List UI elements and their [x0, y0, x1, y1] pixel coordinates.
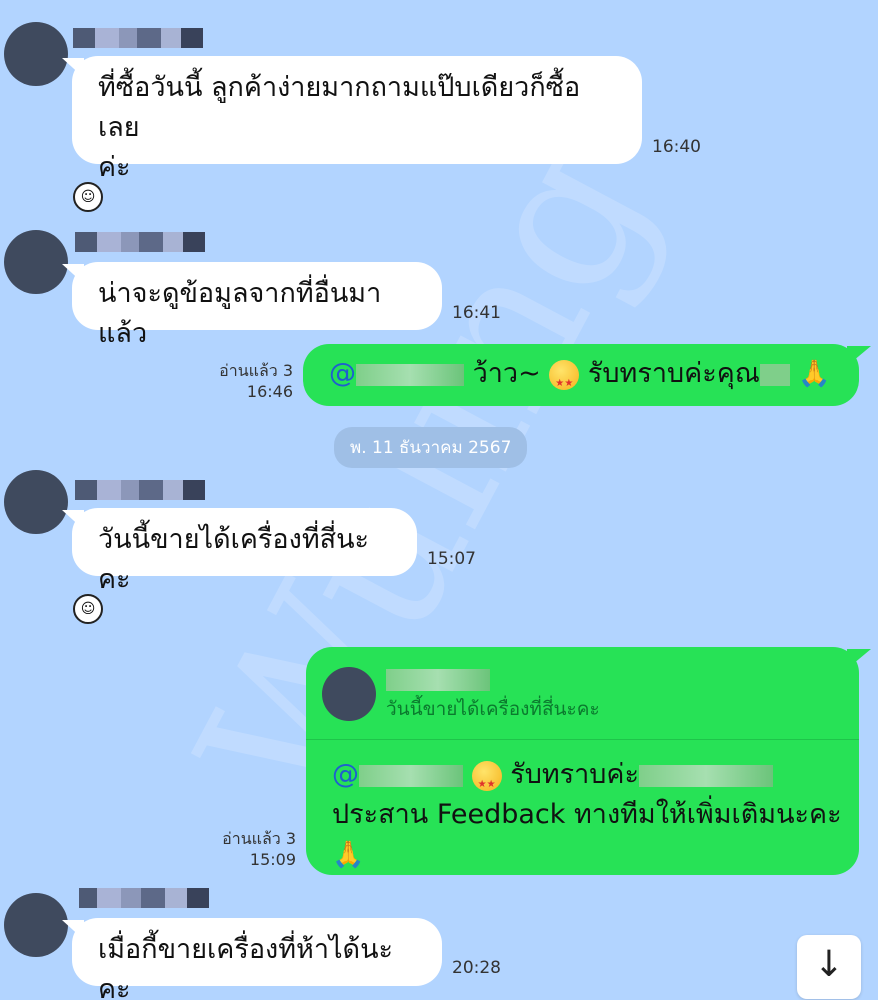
- message-bubble[interactable]: วันนี้ขายได้เครื่องที่สี่นะคะ: [62, 508, 417, 595]
- reply-message-bubble[interactable]: วันนี้ขายได้เครื่องที่สี่นะคะ @ รับทราบค…: [306, 647, 871, 875]
- message-text: ที่ซื้อวันนี้ ลูกค้าง่ายมากถามแป๊บเดียวก…: [98, 72, 581, 143]
- mention[interactable]: @: [329, 358, 473, 389]
- sender-name-blurred: [79, 888, 209, 908]
- arrow-down-icon: ↓: [813, 944, 845, 985]
- message-text: วันนี้ขายได้เครื่องที่สี่นะคะ: [98, 524, 370, 595]
- message-time: 20:28: [452, 958, 501, 978]
- message-text: รับทราบค่ะคุณ: [587, 358, 760, 389]
- message-bubble[interactable]: น่าจะดูข้อมูลจากที่อื่นมาแล้ว: [62, 262, 442, 349]
- sticker-icon[interactable]: ☺: [73, 182, 103, 212]
- message-text: ว้าว~: [472, 358, 541, 389]
- reply-body: @ รับทราบค่ะ ประสาน Feedback ทางทีมให้เพ…: [332, 755, 842, 875]
- pray-emoji-icon: 🙏: [332, 840, 365, 870]
- quoted-message-text: วันนี้ขายได้เครื่องที่สี่นะคะ: [386, 698, 600, 720]
- read-receipt: อ่านแล้ว 3 15:09: [222, 829, 296, 869]
- sticker-icon[interactable]: ☺: [73, 594, 103, 624]
- avatar[interactable]: [4, 22, 68, 86]
- message-text: ประสาน Feedback ทางทีมให้เพิ่มเติมนะคะ: [332, 799, 842, 830]
- avatar[interactable]: [4, 470, 68, 534]
- mention[interactable]: @: [332, 759, 463, 790]
- message-text: รับทราบค่ะ: [510, 759, 639, 790]
- scroll-to-bottom-button[interactable]: ↓: [797, 935, 861, 999]
- message-time: 15:07: [427, 549, 476, 569]
- reply-divider: [306, 739, 859, 740]
- blurred-name: [759, 363, 790, 386]
- message-text: เมื่อกี้ขายเครื่องที่ห้าได้นะคะ: [98, 934, 394, 1000]
- quoted-name-blurred: [386, 669, 490, 691]
- message-time: 16:41: [452, 303, 501, 323]
- star-struck-emoji-icon: [549, 359, 580, 404]
- message-bubble[interactable]: @ ว้าว~ รับทราบค่ะคุณ 🙏: [303, 344, 871, 406]
- message-text: น่าจะดูข้อมูลจากที่อื่นมาแล้ว: [98, 278, 382, 349]
- message-time: 16:40: [652, 137, 701, 157]
- sender-name-blurred: [73, 28, 203, 48]
- read-receipt: อ่านแล้ว 3 16:46: [219, 361, 293, 401]
- date-separator: พ. 11 ธันวาคม 2567: [334, 427, 528, 468]
- message-bubble[interactable]: เมื่อกี้ขายเครื่องที่ห้าได้นะคะ: [62, 918, 442, 1000]
- avatar[interactable]: [4, 893, 68, 957]
- star-struck-emoji-icon: [471, 760, 502, 805]
- sender-name-blurred: [75, 232, 205, 252]
- message-bubble[interactable]: ที่ซื้อวันนี้ ลูกค้าง่ายมากถามแป๊บเดียวก…: [62, 56, 642, 183]
- avatar[interactable]: [4, 230, 68, 294]
- quoted-avatar: [322, 667, 376, 721]
- blurred-name: [639, 764, 773, 787]
- pray-emoji-icon: 🙏: [798, 359, 831, 389]
- message-text: ค่ะ: [98, 152, 131, 183]
- sender-name-blurred: [75, 480, 205, 500]
